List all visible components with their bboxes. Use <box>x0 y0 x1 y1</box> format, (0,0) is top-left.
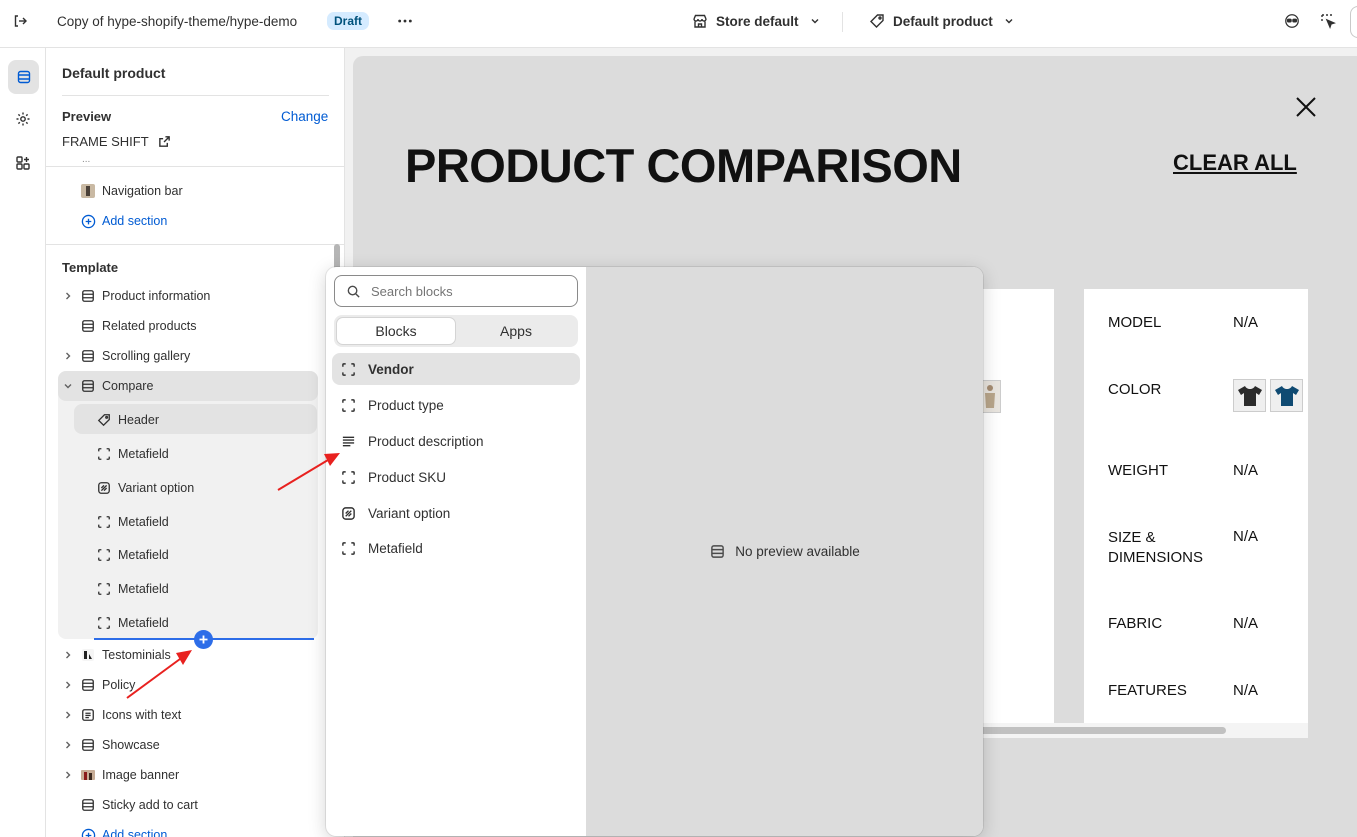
annotation-arrow <box>277 453 340 491</box>
annotation-arrows <box>126 453 340 699</box>
annotation-arrow <box>126 650 192 699</box>
